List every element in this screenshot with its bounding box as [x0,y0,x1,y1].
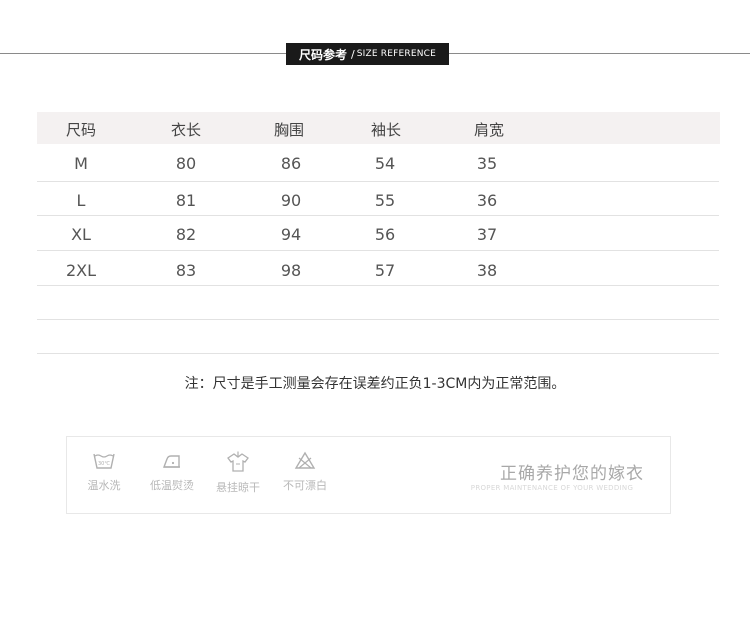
banner-title-cn: 尺码参考 [298,47,347,62]
care-label: 不可漂白 [283,479,327,492]
row-divider [37,319,719,320]
column-header-length: 衣长 [170,121,201,139]
care-label: 低温熨烫 [150,479,194,492]
column-header-sleeve: 袖长 [370,121,401,139]
row-divider [37,285,719,286]
section-banner: 尺码参考 / SIZE REFERENCE [286,43,449,65]
iron-low-icon [162,455,180,468]
care-label: 悬挂晾干 [216,481,260,494]
row-divider [37,181,719,182]
row-divider [37,353,719,354]
table-cell: 80 [175,154,197,173]
row-divider [37,215,719,216]
care-title: 正确养护您的嫁衣 [500,464,644,484]
table-cell: XL [71,225,91,244]
measurement-note: 注：尺寸是手工测量会存在误差约正负1-3CM内为正常范围。 [184,376,566,392]
table-cell: 36 [476,191,498,210]
table-cell: 35 [476,154,498,173]
table-cell: 83 [175,261,197,280]
wash-temperature: 30℃ [98,461,110,467]
care-item-wash: 30℃ 温水洗 [69,451,139,493]
column-header-size: 尺码 [65,121,96,139]
banner-separator: / [350,47,355,61]
table-cell: 81 [175,191,197,210]
no-bleach-icon [294,451,316,469]
care-instructions-panel: 30℃ 温水洗 低温熨烫 悬挂晾干 不可漂白 正确养护您的嫁衣 PROPER M… [66,436,671,514]
table-cell: 38 [476,261,498,280]
care-label: 温水洗 [87,479,121,492]
care-item-no-bleach: 不可漂白 [270,451,340,493]
banner-title-en: SIZE REFERENCE [356,49,437,59]
table-cell: 82 [175,225,197,244]
table-cell: L [76,191,86,210]
table-cell: 37 [476,225,498,244]
wash-30-icon: 30℃ [93,453,115,469]
table-cell: M [74,154,88,173]
table-cell: 2XL [65,261,97,280]
hang-dry-icon [227,451,249,472]
column-header-shoulder: 肩宽 [473,121,504,139]
care-subtitle: PROPER MAINTENANCE OF YOUR WEDDING [470,484,634,492]
care-item-hang-dry: 悬挂晾干 [203,451,273,495]
care-item-iron: 低温熨烫 [137,451,207,493]
row-divider [37,250,719,251]
